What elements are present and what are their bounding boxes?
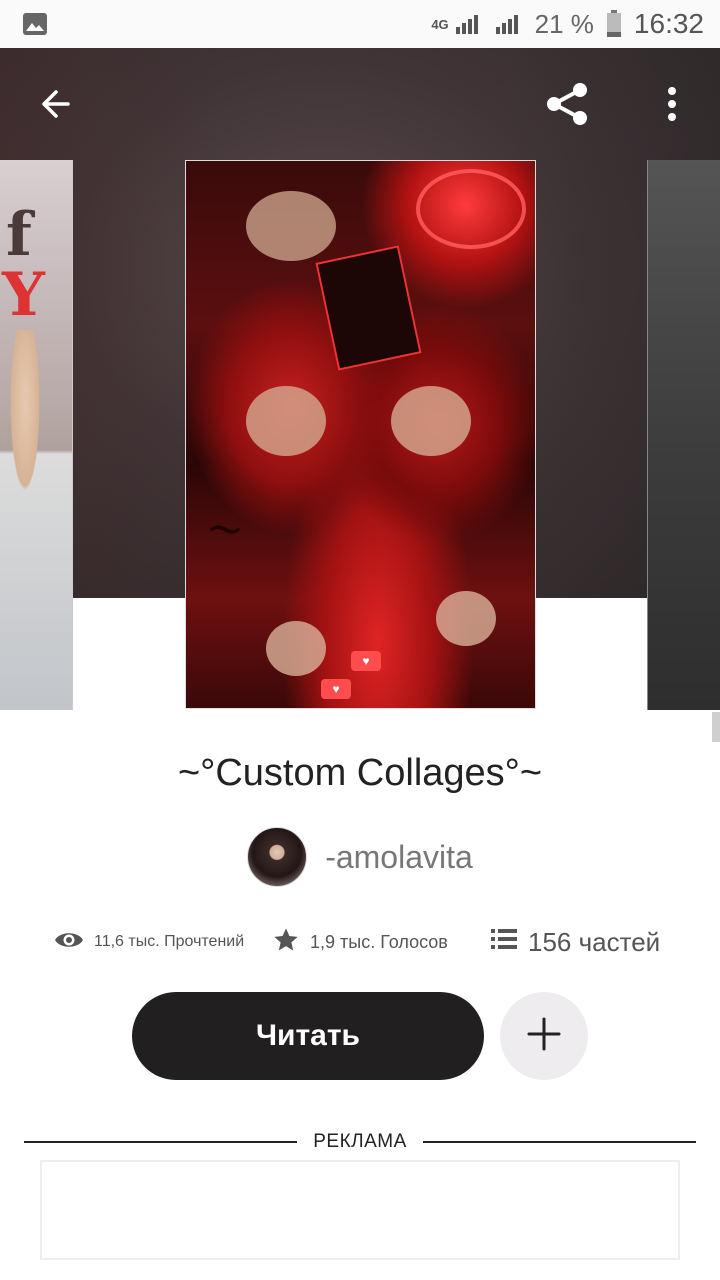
cover-art-heart-badge: ♥	[351, 651, 381, 671]
share-icon	[542, 78, 594, 135]
ad-divider: РЕКЛАМА	[24, 1130, 696, 1154]
star-icon	[272, 926, 300, 959]
votes-count: 1,9 тыс. Голосов	[310, 931, 448, 952]
signal-icon	[495, 13, 523, 35]
status-bar: 4G 21 % 16:32	[0, 0, 720, 48]
parts-stat[interactable]: 156 частей	[490, 927, 660, 958]
list-icon	[490, 927, 518, 958]
parts-count[interactable]: 156 частей	[528, 927, 660, 958]
story-title: ~°Custom Collages°~	[177, 752, 543, 794]
cover-art-neon-ring	[416, 169, 526, 249]
cover-art-figure	[0, 330, 72, 710]
add-to-library-button[interactable]	[500, 992, 588, 1080]
eye-icon	[54, 929, 84, 956]
reads-stat: 11,6 тыс. Прочтений	[54, 929, 244, 956]
author-link[interactable]: -amolavita	[0, 826, 720, 888]
previous-story-cover[interactable]: f Y	[0, 160, 73, 710]
cover-art-figure	[391, 386, 471, 456]
cover-art-figure	[246, 386, 326, 456]
cover-art-panel	[315, 245, 422, 371]
share-button[interactable]	[540, 78, 596, 134]
cover-art-heart-badge: ♥	[321, 679, 351, 699]
story-stats: 11,6 тыс. Прочтений 1,9 тыс. Голосов 156…	[0, 920, 720, 964]
cover-art-figure	[436, 591, 496, 646]
network-type: 4G	[431, 16, 449, 32]
ad-banner[interactable]	[40, 1160, 680, 1260]
back-button[interactable]	[28, 78, 84, 134]
cover-art-letter: Y	[2, 260, 45, 330]
divider-line	[24, 1141, 298, 1143]
avatar[interactable]	[247, 827, 308, 887]
author-name[interactable]: -amolavita	[325, 839, 473, 876]
ad-label: РЕКЛАМА	[313, 1131, 407, 1152]
scrollbar[interactable]	[712, 712, 720, 742]
next-story-cover[interactable]	[647, 160, 720, 710]
arrow-left-icon	[38, 86, 74, 127]
more-vertical-icon	[666, 86, 678, 127]
story-cover[interactable]: ~ ♥ ♥	[185, 160, 536, 709]
clock: 16:32	[633, 8, 704, 39]
cover-art-figure	[266, 621, 326, 676]
signal-4g-icon	[455, 13, 483, 35]
votes-stat: 1,9 тыс. Голосов	[272, 926, 448, 959]
image-notification-icon	[22, 12, 48, 36]
battery-icon	[606, 10, 622, 38]
plus-icon	[526, 1016, 562, 1057]
battery-percent: 21 %	[534, 8, 594, 39]
more-options-button[interactable]	[644, 78, 700, 134]
reads-count: 11,6 тыс. Прочтений	[94, 933, 245, 950]
read-button[interactable]: Читать	[132, 992, 484, 1080]
divider-line	[422, 1141, 696, 1143]
cover-art-figure	[246, 191, 336, 261]
cover-art-script: ~	[203, 499, 248, 557]
